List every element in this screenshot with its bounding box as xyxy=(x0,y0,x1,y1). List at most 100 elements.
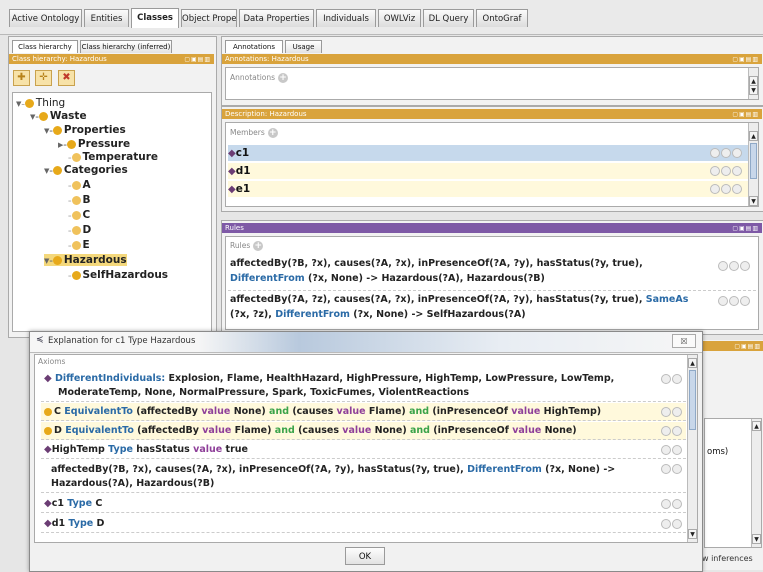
axiom-row-different-individuals[interactable]: ◆ DifferentIndividuals: Explosion, Flame… xyxy=(41,370,686,402)
axiom-row-hightemp[interactable]: ◆HighTemp Type hasStatus value true xyxy=(41,441,686,459)
axiom-actions[interactable] xyxy=(660,372,682,386)
tree-node-waste[interactable]: ▼– Waste xyxy=(30,110,87,122)
rule-row-1[interactable]: affectedBy(?B, ?x), causes(?A, ?x), inPr… xyxy=(230,256,720,286)
rules-label: Rules + xyxy=(230,241,264,251)
tree-node-d[interactable]: – D xyxy=(68,224,91,236)
add-member-icon[interactable]: + xyxy=(267,128,278,138)
add-annotation-icon[interactable]: + xyxy=(278,73,289,83)
tab-ontograf[interactable]: OntoGraf xyxy=(476,9,528,27)
tree-node-b[interactable]: – B xyxy=(68,194,91,206)
tree-node-e[interactable]: – E xyxy=(68,239,90,251)
axiom-row-d1-type[interactable]: ◆d1 Type D xyxy=(41,515,686,533)
tab-individuals[interactable]: Individuals xyxy=(316,9,376,27)
subtab-annotations[interactable]: Annotations xyxy=(225,40,283,53)
scroll-down-icon[interactable]: ▼ xyxy=(752,534,761,544)
view-controls-icon[interactable]: ▢▣▤▥ xyxy=(184,55,211,65)
axioms-snippet: oms) xyxy=(707,447,729,457)
tree-node-selfhazardous[interactable]: – SelfHazardous xyxy=(68,269,168,281)
rules-list: Rules + affectedBy(?B, ?x), causes(?A, ?x… xyxy=(225,236,759,330)
tree-node-properties[interactable]: ▼– Properties xyxy=(44,124,126,136)
axiom-row-c-equivalent[interactable]: C EquivalentTo (affectedBy value None) a… xyxy=(41,403,686,421)
add-subclass-icon[interactable]: ✚ xyxy=(13,70,30,86)
axiom-actions[interactable] xyxy=(660,405,682,419)
members-section: Members + ◆c1 ◆d1 ◆e1 ▲ ▼ xyxy=(225,122,759,207)
tree-node-hazardous[interactable]: ▼– Hazardous xyxy=(44,254,127,266)
tree-node-a[interactable]: – A xyxy=(68,179,91,191)
annotations-list: Annotations + ▲ ▼ xyxy=(225,67,759,100)
axiom-row-d-equivalent[interactable]: D EquivalentTo (affectedBy value Flame) … xyxy=(41,422,686,440)
axiom-actions[interactable] xyxy=(660,462,682,476)
annotations-label: Annotations + xyxy=(230,73,289,83)
axioms-label: Axioms xyxy=(38,357,66,366)
main-tab-bar: Active Ontology Entities Classes Object … xyxy=(0,0,763,35)
rule-row-2[interactable]: affectedBy(?A, ?z), causes(?A, ?x), inPr… xyxy=(230,292,730,322)
tree-node-thing[interactable]: ▼– Thing xyxy=(16,97,65,109)
member-row-c1[interactable]: ◆c1 xyxy=(228,145,748,161)
tab-owlviz[interactable]: OWLViz xyxy=(378,9,421,27)
add-rule-icon[interactable]: + xyxy=(253,241,264,251)
ok-button[interactable]: OK xyxy=(345,547,385,565)
hierarchy-toolbar: ✚ ✛ ✖ xyxy=(13,68,93,88)
class-hierarchy-title: Class hierarchy: Hazardous xyxy=(12,55,107,63)
dialog-title: Explanation for c1 Type Hazardous xyxy=(48,336,196,346)
view-controls-icon[interactable]: ▢▣▤▥ xyxy=(732,224,759,234)
tab-classes[interactable]: Classes xyxy=(131,8,179,28)
explanation-dialog: ≼ Explanation for c1 Type Hazardous ☒ Ax… xyxy=(29,331,703,572)
tab-object-properties[interactable]: Object Properties xyxy=(181,9,237,27)
tree-node-categories[interactable]: ▼– Categories xyxy=(44,164,128,176)
delete-class-icon[interactable]: ✖ xyxy=(58,70,75,86)
scroll-thumb[interactable] xyxy=(689,370,696,430)
view-controls-icon[interactable]: ▢▣▤▥ xyxy=(734,342,761,352)
members-label: Members + xyxy=(230,128,278,138)
tree-node-c[interactable]: – C xyxy=(68,209,90,221)
class-hierarchy-header: Class hierarchy: Hazardous ▢▣▤▥ xyxy=(9,54,214,64)
axiom-actions[interactable] xyxy=(660,443,682,457)
hidden-view-list: oms) ▲ ▼ xyxy=(704,418,762,548)
class-tree: ▼– Thing ▼– Waste ▼– Properties ▶– Pressure … xyxy=(12,92,212,332)
annotations-header: Annotations: Hazardous ▢▣▤▥ xyxy=(222,54,762,64)
scroll-down-icon[interactable]: ▼ xyxy=(749,85,758,95)
tree-node-pressure[interactable]: ▶– Pressure xyxy=(58,138,130,150)
members-scrollbar[interactable]: ▲ ▼ xyxy=(748,123,758,206)
subtab-usage[interactable]: Usage xyxy=(285,40,322,53)
axiom-actions[interactable] xyxy=(660,424,682,438)
tab-data-properties[interactable]: Data Properties xyxy=(239,9,314,27)
scroll-down-icon[interactable]: ▼ xyxy=(749,196,758,206)
rules-view: Rules ▢▣▤▥ Rules + affectedBy(?B, ?x), ca… xyxy=(221,220,763,335)
member-row-e1[interactable]: ◆e1 xyxy=(228,181,748,197)
hidden-view-scrollbar[interactable]: ▲ ▼ xyxy=(751,419,761,547)
subtab-class-hierarchy-inferred[interactable]: Class hierarchy (inferred) xyxy=(80,40,172,53)
tree-node-temperature[interactable]: – Temperature xyxy=(68,151,158,163)
rule-2-actions[interactable] xyxy=(717,296,750,307)
subtab-class-hierarchy[interactable]: Class hierarchy xyxy=(12,40,78,53)
tab-entities[interactable]: Entities xyxy=(84,9,129,27)
scroll-up-icon[interactable]: ▲ xyxy=(688,358,697,368)
scroll-down-icon[interactable]: ▼ xyxy=(688,529,697,539)
protege-logo-icon: ≼ xyxy=(36,335,44,345)
member-row-d1[interactable]: ◆d1 xyxy=(228,163,748,179)
annotations-scrollbar[interactable]: ▲ ▼ xyxy=(748,68,758,99)
dialog-title-bar[interactable]: ≼ Explanation for c1 Type Hazardous ☒ xyxy=(30,332,702,353)
scroll-up-icon[interactable]: ▲ xyxy=(752,421,761,431)
rules-title: Rules xyxy=(225,224,244,232)
annotations-title: Annotations: Hazardous xyxy=(225,55,309,63)
axioms-scrollbar[interactable]: ▲ ▼ xyxy=(687,355,697,542)
hidden-view-header: ▢▣▤▥ xyxy=(702,341,763,351)
axiom-row-c1-type[interactable]: ◆c1 Type C xyxy=(41,495,686,513)
hidden-view-fragment: ▢▣▤▥ oms) ▲ ▼ w inferences xyxy=(701,340,763,570)
axiom-actions[interactable] xyxy=(660,497,682,511)
tab-active-ontology[interactable]: Active Ontology xyxy=(9,9,82,27)
rule-separator xyxy=(228,290,756,291)
view-controls-icon[interactable]: ▢▣▤▥ xyxy=(732,55,759,65)
close-icon[interactable]: ☒ xyxy=(672,334,696,348)
rule-1-actions[interactable] xyxy=(717,261,750,272)
axiom-actions[interactable] xyxy=(660,517,682,531)
description-header: Description: Hazardous ▢▣▤▥ xyxy=(222,109,762,119)
axiom-row-rule[interactable]: affectedBy(?B, ?x), causes(?A, ?x), inPr… xyxy=(41,460,686,493)
scroll-thumb[interactable] xyxy=(750,143,757,179)
view-controls-icon[interactable]: ▢▣▤▥ xyxy=(732,110,759,120)
add-sibling-icon[interactable]: ✛ xyxy=(35,70,52,86)
tab-dl-query[interactable]: DL Query xyxy=(423,9,474,27)
scroll-up-icon[interactable]: ▲ xyxy=(749,131,758,141)
show-inferences-label[interactable]: w inferences xyxy=(702,554,753,563)
